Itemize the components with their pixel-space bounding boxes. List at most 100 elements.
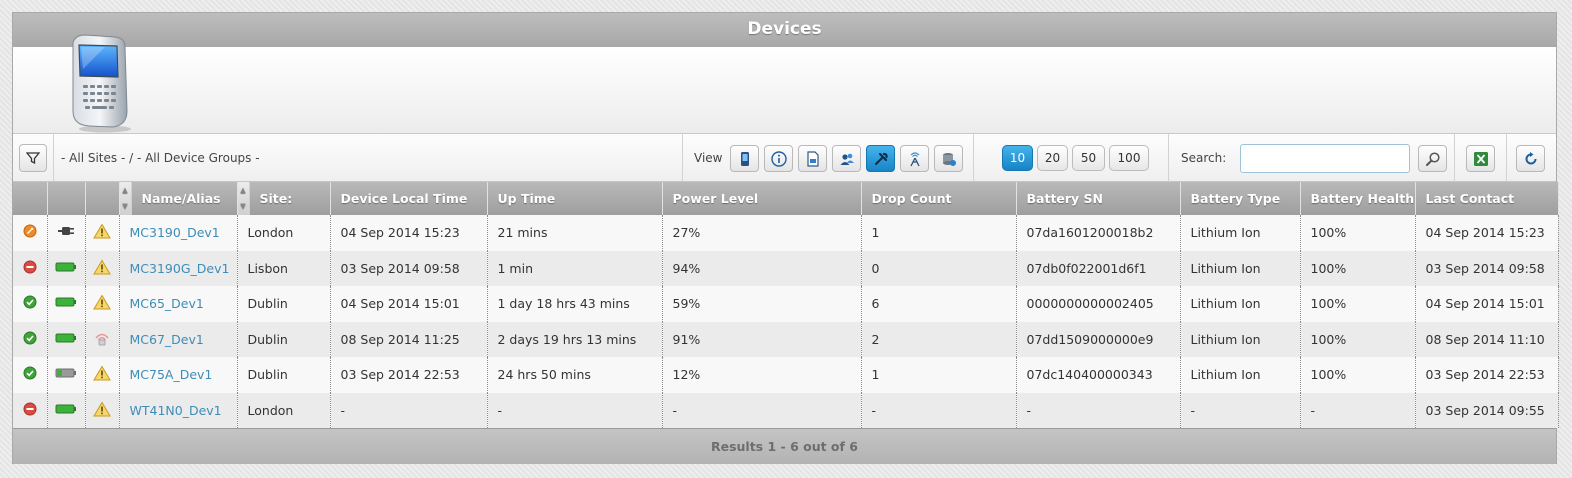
device-name-link[interactable]: MC75A_Dev1 <box>119 357 238 393</box>
device-name-link[interactable]: WT41N0_Dev1 <box>119 392 238 428</box>
table-row[interactable]: MC67_Dev1 Dublin 08 Sep 2014 11:25 2 days 1… <box>13 321 1559 357</box>
cell-battery-type: Lithium Ion <box>1180 286 1301 322</box>
refresh-icon <box>1525 151 1536 164</box>
cell-device-local-time: 03 Sep 2014 09:58 <box>330 250 488 286</box>
table-row[interactable]: MC75A_Dev1 Dublin 03 Sep 2014 22:53 24 hrs … <box>13 357 1559 393</box>
cell-device-local-time: - <box>330 392 488 428</box>
battery-icon <box>55 333 76 343</box>
cell-last-contact: 04 Sep 2014 15:01 <box>1415 286 1559 322</box>
mobile-device-icon <box>72 34 131 133</box>
cell-up-time: - <box>487 392 663 428</box>
hero-banner <box>13 34 1556 134</box>
page-size-10-button[interactable]: 10 <box>1002 145 1033 171</box>
filter-icon <box>26 152 40 165</box>
page-size-20-button[interactable]: 20 <box>1037 145 1068 171</box>
power-cell <box>47 215 86 251</box>
cell-battery-health: 100% <box>1300 250 1416 286</box>
device-name-link[interactable]: MC3190_Dev1 <box>119 215 238 251</box>
view-info-button[interactable] <box>764 145 793 172</box>
devices-panel: Devices - All Sites - / - All Device Gro… <box>12 12 1559 464</box>
table-row[interactable]: MC3190G_Dev1 Lisbon 03 Sep 2014 09:58 1 min… <box>13 250 1559 286</box>
column-header-site[interactable]: ▲ ▼ Site: <box>237 182 331 215</box>
status-ok-icon <box>23 295 37 309</box>
users-icon <box>840 153 854 165</box>
column-header-device-local-time[interactable]: Device Local Time <box>330 182 488 215</box>
search-button[interactable] <box>1418 145 1447 172</box>
cell-last-contact: 04 Sep 2014 15:23 <box>1415 215 1559 251</box>
battery-low-icon <box>55 368 76 378</box>
cell-device-local-time: 08 Sep 2014 11:25 <box>330 321 488 357</box>
cell-battery-sn: - <box>1016 392 1181 428</box>
cell-battery-health: 100% <box>1300 286 1416 322</box>
cell-site: London <box>237 392 331 428</box>
column-header-drop-count[interactable]: Drop Count <box>861 182 1017 215</box>
column-header-battery-type[interactable]: Battery Type <box>1180 182 1301 215</box>
table-row[interactable]: MC65_Dev1 Dublin 04 Sep 2014 15:01 1 day 18… <box>13 286 1559 322</box>
refresh-button[interactable] <box>1516 145 1545 172</box>
status-cell <box>13 321 48 357</box>
column-header-last-contact[interactable]: Last Contact <box>1415 182 1559 215</box>
view-device-button[interactable] <box>730 145 759 172</box>
column-header-battery-health[interactable]: Battery Health <box>1300 182 1416 215</box>
device-name-link[interactable]: MC65_Dev1 <box>119 286 238 322</box>
sort-arrows[interactable]: ▲ ▼ <box>237 182 250 215</box>
export-excel-button[interactable] <box>1466 145 1495 172</box>
status-cell <box>13 286 48 322</box>
plug-icon <box>58 227 74 236</box>
view-antenna-button[interactable] <box>900 145 929 172</box>
column-header-up-time[interactable]: Up Time <box>487 182 663 215</box>
cell-battery-type: - <box>1180 392 1301 428</box>
alert-cell <box>85 392 120 428</box>
cell-battery-sn: 07da1601200018b2 <box>1016 215 1181 251</box>
view-tools-button[interactable] <box>866 145 895 172</box>
cell-site: Dublin <box>237 321 331 357</box>
status-ok-icon <box>23 366 37 380</box>
view-users-button[interactable] <box>832 145 861 172</box>
search-icon <box>1425 151 1440 166</box>
cell-power-level: 27% <box>662 215 862 251</box>
cell-battery-type: Lithium Ion <box>1180 321 1301 357</box>
cell-power-level: 12% <box>662 357 862 393</box>
filter-button[interactable] <box>19 144 47 172</box>
warning-icon <box>93 401 111 417</box>
tools-icon <box>874 152 888 165</box>
cell-up-time: 2 days 19 hrs 13 mins <box>487 321 663 357</box>
status-warning-icon <box>23 224 37 238</box>
cell-battery-health: 100% <box>1300 357 1416 393</box>
sort-arrows[interactable]: ▲ ▼ <box>119 182 132 215</box>
cell-device-local-time: 04 Sep 2014 15:01 <box>330 286 488 322</box>
cell-drop-count: - <box>861 392 1017 428</box>
search-label: Search: <box>1181 151 1227 165</box>
column-header-battery-sn[interactable]: Battery SN <box>1016 182 1181 215</box>
view-database-button[interactable] <box>934 145 963 172</box>
device-name-link[interactable]: MC3190G_Dev1 <box>119 250 238 286</box>
page-size-100-button[interactable]: 100 <box>1109 145 1149 171</box>
page-size-50-button[interactable]: 50 <box>1072 145 1105 171</box>
column-header-name[interactable]: ▲ ▼ Name/Alias <box>119 182 238 215</box>
devices-table: ▲ ▼ Name/Alias ▲ ▼ Site: Device Local Time… <box>13 182 1559 428</box>
cell-battery-sn: 0000000000002405 <box>1016 286 1181 322</box>
device-name-link[interactable]: MC67_Dev1 <box>119 321 238 357</box>
cell-power-level: - <box>662 392 862 428</box>
table-row[interactable]: MC3190_Dev1 London 04 Sep 2014 15:23 21 min… <box>13 215 1559 251</box>
column-header-power-level[interactable]: Power Level <box>662 182 862 215</box>
alert-cell <box>85 321 120 357</box>
alert-cell <box>85 357 120 393</box>
info-icon <box>770 150 787 167</box>
cell-up-time: 21 mins <box>487 215 663 251</box>
view-document-button[interactable] <box>798 145 827 172</box>
cell-drop-count: 0 <box>861 250 1017 286</box>
cell-last-contact: 03 Sep 2014 09:58 <box>1415 250 1559 286</box>
results-summary: Results 1 - 6 out of 6 <box>13 428 1556 464</box>
battery-icon <box>55 404 76 414</box>
alert-column-header <box>85 182 120 215</box>
cell-device-local-time: 03 Sep 2014 22:53 <box>330 357 488 393</box>
cell-last-contact: 03 Sep 2014 09:55 <box>1415 392 1559 428</box>
table-row[interactable]: WT41N0_Dev1 London - - - - - - -03 Sep 2014 09:5… <box>13 392 1559 428</box>
status-cell <box>13 392 48 428</box>
cell-site: Dublin <box>237 286 331 322</box>
cell-site: Dublin <box>237 357 331 393</box>
status-stopped-icon <box>23 402 37 416</box>
search-input[interactable] <box>1240 144 1410 173</box>
status-cell <box>13 250 48 286</box>
